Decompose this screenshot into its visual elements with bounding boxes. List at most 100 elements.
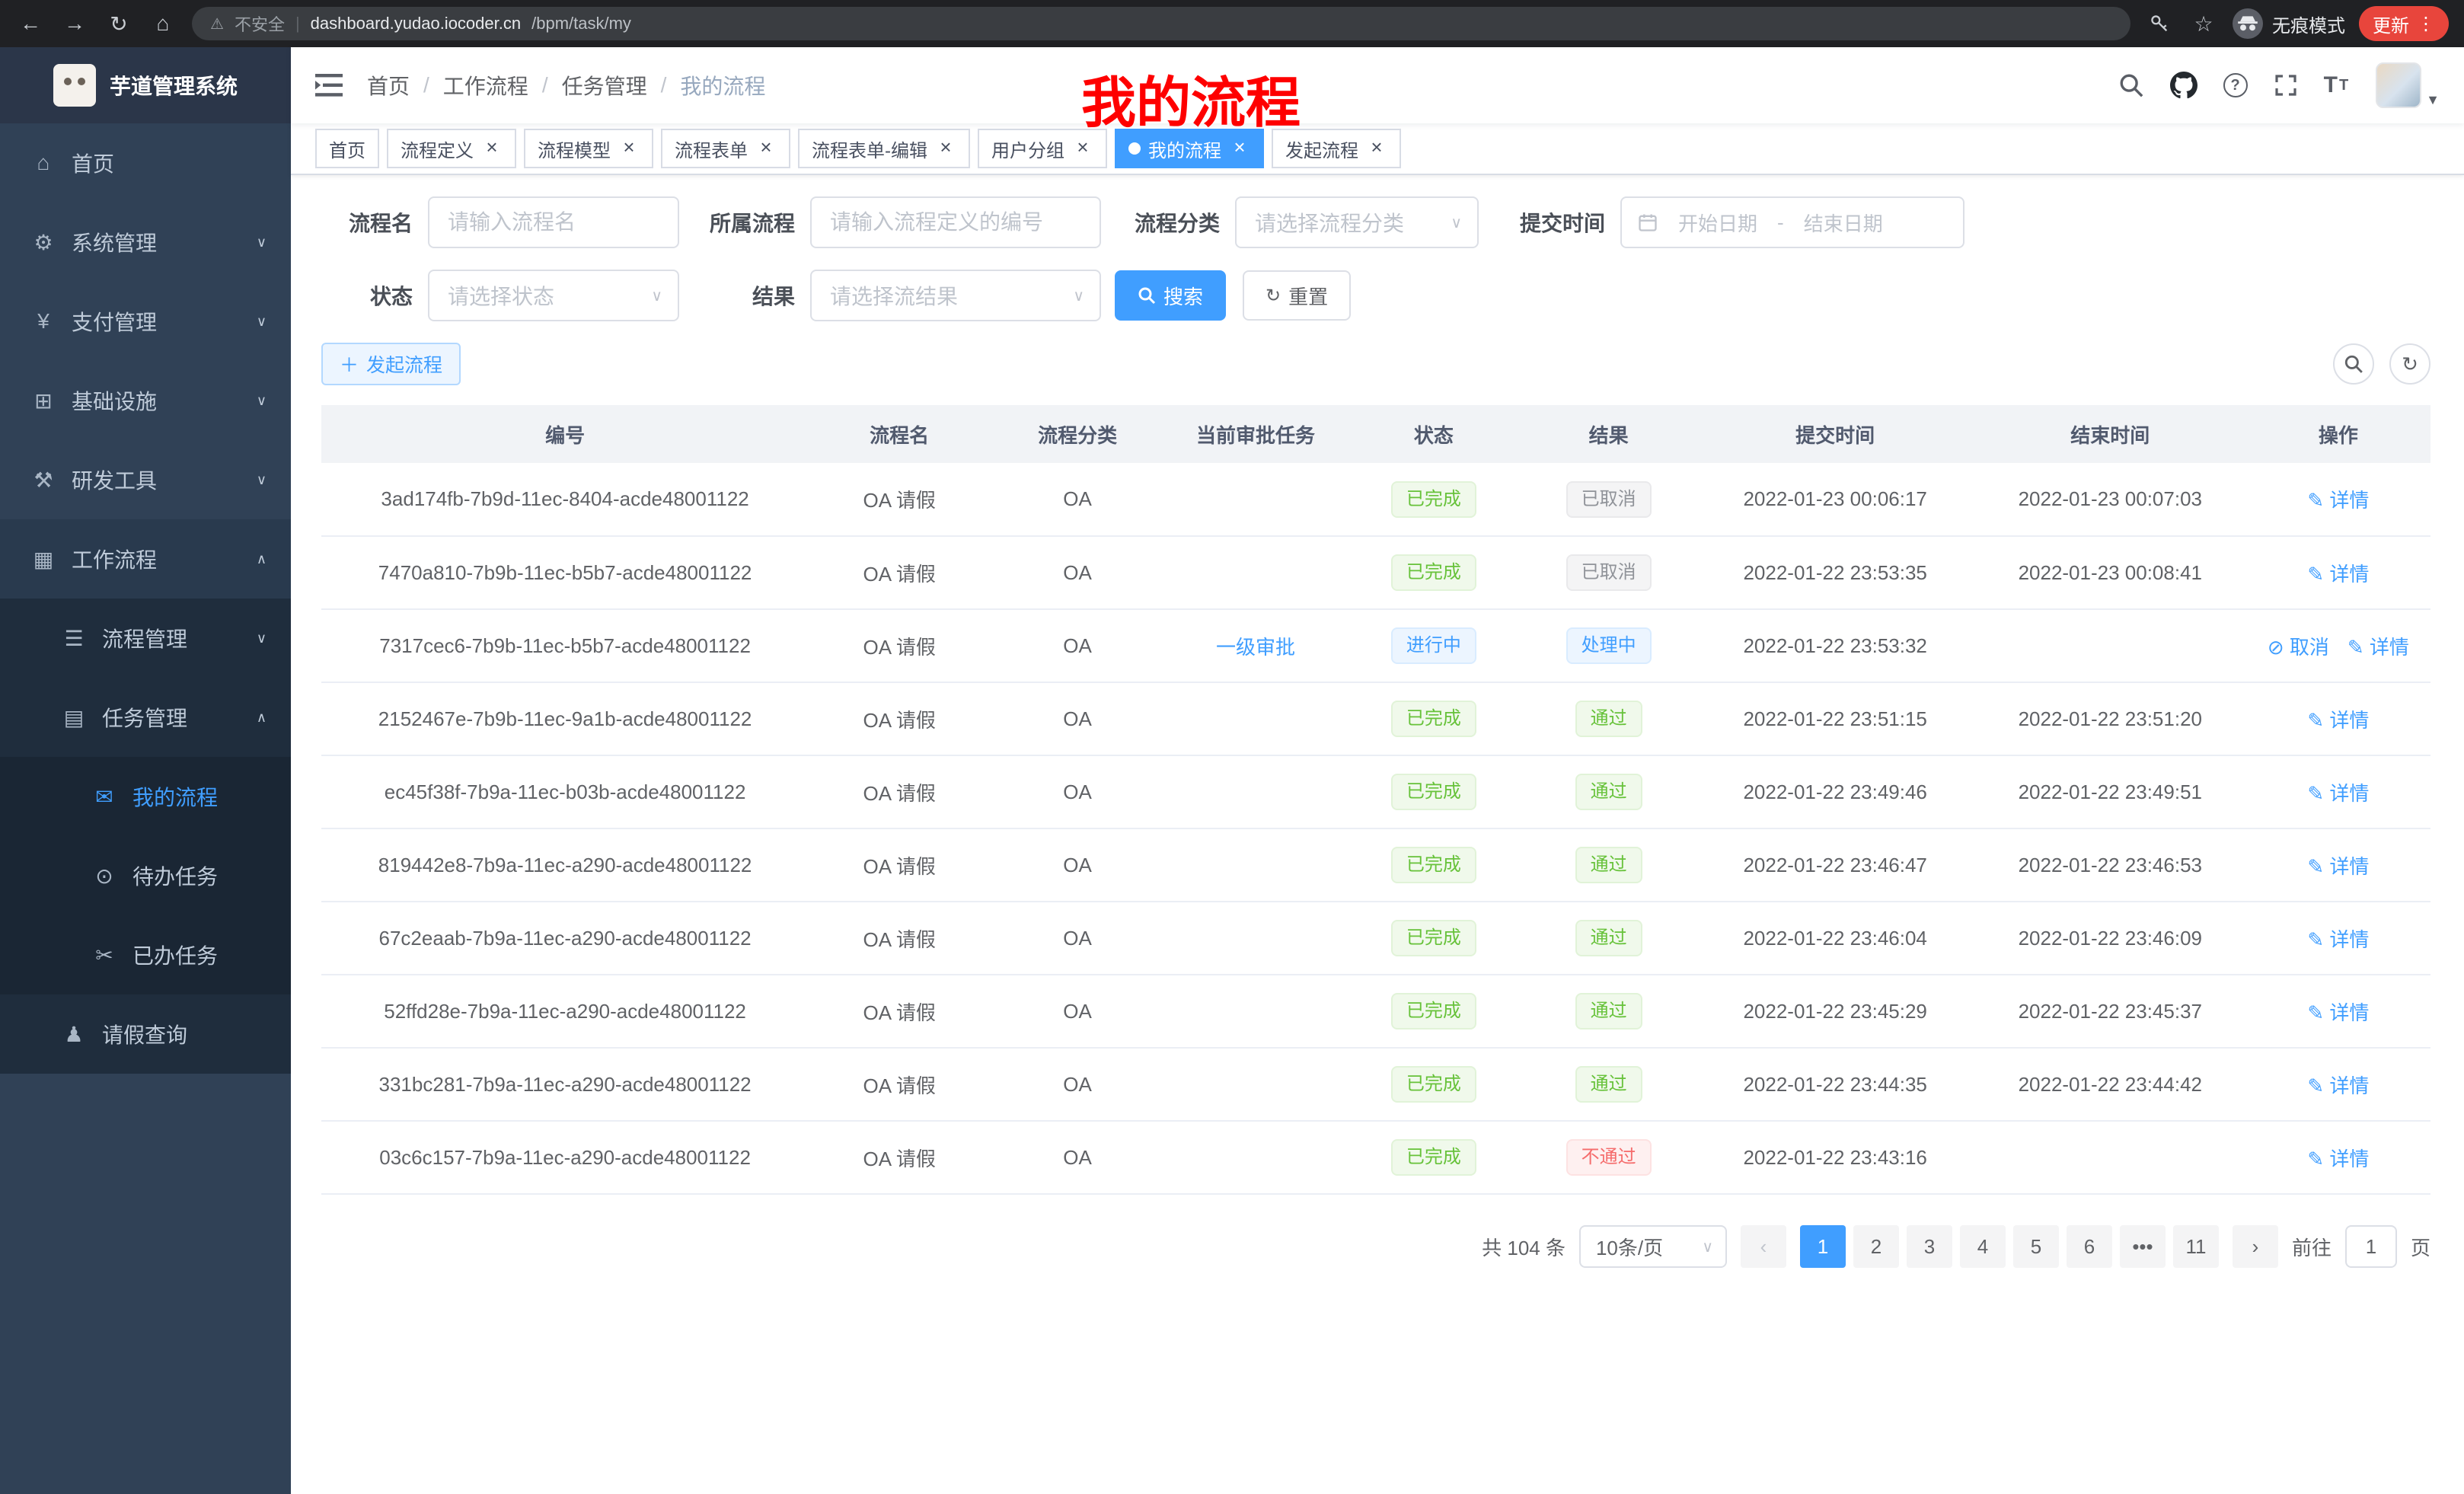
cell-id: 331bc281-7b9a-11ec-a290-acde48001122 — [321, 1048, 809, 1121]
help-icon[interactable]: ? — [2223, 73, 2248, 97]
sidebar-item-task-mgmt[interactable]: ▤任务管理∧ — [0, 678, 291, 757]
pagination-next[interactable]: › — [2233, 1225, 2278, 1268]
address-bar[interactable]: ⚠ 不安全 | dashboard.yudao.iocoder.cn/bpm/t… — [192, 7, 2130, 40]
create-process-button[interactable]: ＋ 发起流程 — [321, 343, 461, 385]
jump-page-input[interactable] — [2345, 1225, 2397, 1268]
cancel-link[interactable]: ⊘ 取消 — [2268, 636, 2329, 659]
tab-流程表单-编辑[interactable]: 流程表单-编辑× — [798, 129, 970, 168]
reset-button[interactable]: ↻ 重置 — [1243, 270, 1351, 321]
cell-name: OA 请假 — [809, 609, 990, 682]
tab-close-icon[interactable]: × — [1229, 138, 1250, 159]
pagination-page-6[interactable]: 6 — [2067, 1225, 2112, 1268]
pagination-page-4[interactable]: 4 — [1960, 1225, 2006, 1268]
tab-close-icon[interactable]: × — [481, 138, 503, 159]
font-size-icon[interactable]: TT — [2324, 72, 2351, 98]
sidebar-item-workflow[interactable]: ▦工作流程∧ — [0, 519, 291, 599]
detail-link[interactable]: ✎ 详情 — [2348, 636, 2409, 659]
tab-close-icon[interactable]: × — [935, 138, 956, 159]
tab-流程表单[interactable]: 流程表单× — [661, 129, 790, 168]
detail-link[interactable]: ✎ 详情 — [2307, 855, 2369, 878]
detail-link[interactable]: ✎ 详情 — [2307, 928, 2369, 951]
password-key-icon[interactable] — [2144, 8, 2175, 39]
pagination-page-1[interactable]: 1 — [1800, 1225, 1846, 1268]
sidebar-item-devtools[interactable]: ⚒研发工具∨ — [0, 440, 291, 519]
tab-close-icon[interactable]: × — [755, 138, 777, 159]
cell-category: OA — [990, 609, 1165, 682]
tab-流程定义[interactable]: 流程定义× — [387, 129, 516, 168]
category-select[interactable]: 请选择流程分类 ∨ — [1235, 196, 1479, 248]
filter-result: 结果 请选择流结果 ∨ — [693, 270, 1101, 321]
result-select[interactable]: 请选择流结果 ∨ — [810, 270, 1101, 321]
pagination-total: 共 104 条 — [1482, 1233, 1566, 1261]
pagination-page-5[interactable]: 5 — [2013, 1225, 2059, 1268]
sidebar-item-home[interactable]: ⌂首页 — [0, 123, 291, 203]
chevron-down-icon: ∨ — [257, 235, 267, 251]
date-range-picker[interactable]: 开始日期 - 结束日期 — [1620, 196, 1964, 248]
pagination-page-11[interactable]: 11 — [2173, 1225, 2219, 1268]
search-button-label: 搜索 — [1163, 282, 1203, 310]
browser-home-icon[interactable]: ⌂ — [148, 8, 178, 39]
detail-link[interactable]: ✎ 详情 — [2307, 1148, 2369, 1170]
breadcrumb-item[interactable]: 首页 — [367, 70, 410, 101]
tab-用户分组[interactable]: 用户分组× — [978, 129, 1107, 168]
browser-menu-icon[interactable]: ⋮ — [2417, 13, 2435, 35]
cell-category: OA — [990, 463, 1165, 536]
category-label: 流程分类 — [1115, 207, 1235, 238]
tab-close-icon[interactable]: × — [618, 138, 640, 159]
process-key-input[interactable] — [810, 196, 1101, 248]
current-task-link[interactable]: 一级审批 — [1216, 636, 1295, 659]
cell-id: 3ad174fb-7b9d-11ec-8404-acde48001122 — [321, 463, 809, 536]
search-button[interactable]: 搜索 — [1115, 270, 1226, 321]
status-select[interactable]: 请选择状态 ∨ — [428, 270, 679, 321]
detail-link[interactable]: ✎ 详情 — [2307, 563, 2369, 586]
cell-status: 已完成 — [1346, 828, 1521, 902]
detail-link[interactable]: ✎ 详情 — [2307, 489, 2369, 512]
breadcrumb-item[interactable]: 任务管理 — [562, 70, 647, 101]
security-label[interactable]: 不安全 — [235, 11, 285, 36]
user-menu[interactable]: ▼ — [2376, 62, 2440, 108]
tab-发起流程[interactable]: 发起流程× — [1272, 129, 1401, 168]
update-button[interactable]: 更新 ⋮ — [2359, 6, 2449, 41]
tab-流程模型[interactable]: 流程模型× — [524, 129, 653, 168]
chevron-up-icon: ∧ — [257, 710, 267, 726]
breadcrumb-separator: / — [423, 73, 429, 97]
pagination-page-2[interactable]: 2 — [1853, 1225, 1899, 1268]
sidebar-item-my-process[interactable]: ✉我的流程 — [0, 757, 291, 836]
pagination-page-3[interactable]: 3 — [1907, 1225, 1952, 1268]
sidebar-item-label: 我的流程 — [132, 781, 218, 812]
sidebar-toggle-icon[interactable] — [315, 74, 343, 97]
page-size-select[interactable]: 10条/页 ∨ — [1579, 1225, 1727, 1268]
browser-reload-icon[interactable]: ↻ — [104, 8, 134, 39]
detail-link[interactable]: ✎ 详情 — [2307, 782, 2369, 805]
detail-link[interactable]: ✎ 详情 — [2307, 1001, 2369, 1024]
pagination-prev[interactable]: ‹ — [1741, 1225, 1786, 1268]
github-icon[interactable] — [2170, 72, 2197, 99]
browser-forward-icon[interactable]: → — [59, 8, 90, 39]
process-name-input[interactable] — [428, 196, 679, 248]
sidebar-item-infrastructure[interactable]: ⊞基础设施∨ — [0, 361, 291, 440]
sidebar-item-payment[interactable]: ¥支付管理∨ — [0, 282, 291, 361]
tab-close-icon[interactable]: × — [1366, 138, 1387, 159]
navbar-tools: ? TT ▼ — [2118, 62, 2440, 108]
sidebar-item-process-mgmt[interactable]: ☰流程管理∨ — [0, 599, 291, 678]
bookmark-star-icon[interactable]: ☆ — [2188, 8, 2219, 39]
fullscreen-icon[interactable] — [2274, 73, 2298, 97]
detail-link[interactable]: ✎ 详情 — [2307, 709, 2369, 732]
avatar[interactable] — [2376, 62, 2421, 108]
toggle-search-icon[interactable] — [2333, 343, 2374, 385]
detail-link[interactable]: ✎ 详情 — [2307, 1074, 2369, 1097]
tab-close-icon[interactable]: × — [1072, 138, 1093, 159]
pagination-more[interactable]: ••• — [2120, 1225, 2166, 1268]
sidebar-item-todo-tasks[interactable]: ⊙待办任务 — [0, 836, 291, 915]
cell-status: 已完成 — [1346, 536, 1521, 609]
breadcrumb-item[interactable]: 工作流程 — [443, 70, 528, 101]
sidebar-item-system[interactable]: ⚙系统管理∨ — [0, 203, 291, 282]
sidebar-item-leave-query[interactable]: ♟请假查询 — [0, 994, 291, 1074]
search-icon[interactable] — [2118, 72, 2144, 98]
tab-我的流程[interactable]: 我的流程× — [1115, 129, 1264, 168]
sidebar-item-done-tasks[interactable]: ✂已办任务 — [0, 915, 291, 994]
tab-首页[interactable]: 首页 — [315, 129, 379, 168]
browser-back-icon[interactable]: ← — [15, 8, 46, 39]
refresh-icon[interactable]: ↻ — [2389, 343, 2430, 385]
app-logo[interactable]: 芋道管理系统 — [0, 47, 291, 123]
